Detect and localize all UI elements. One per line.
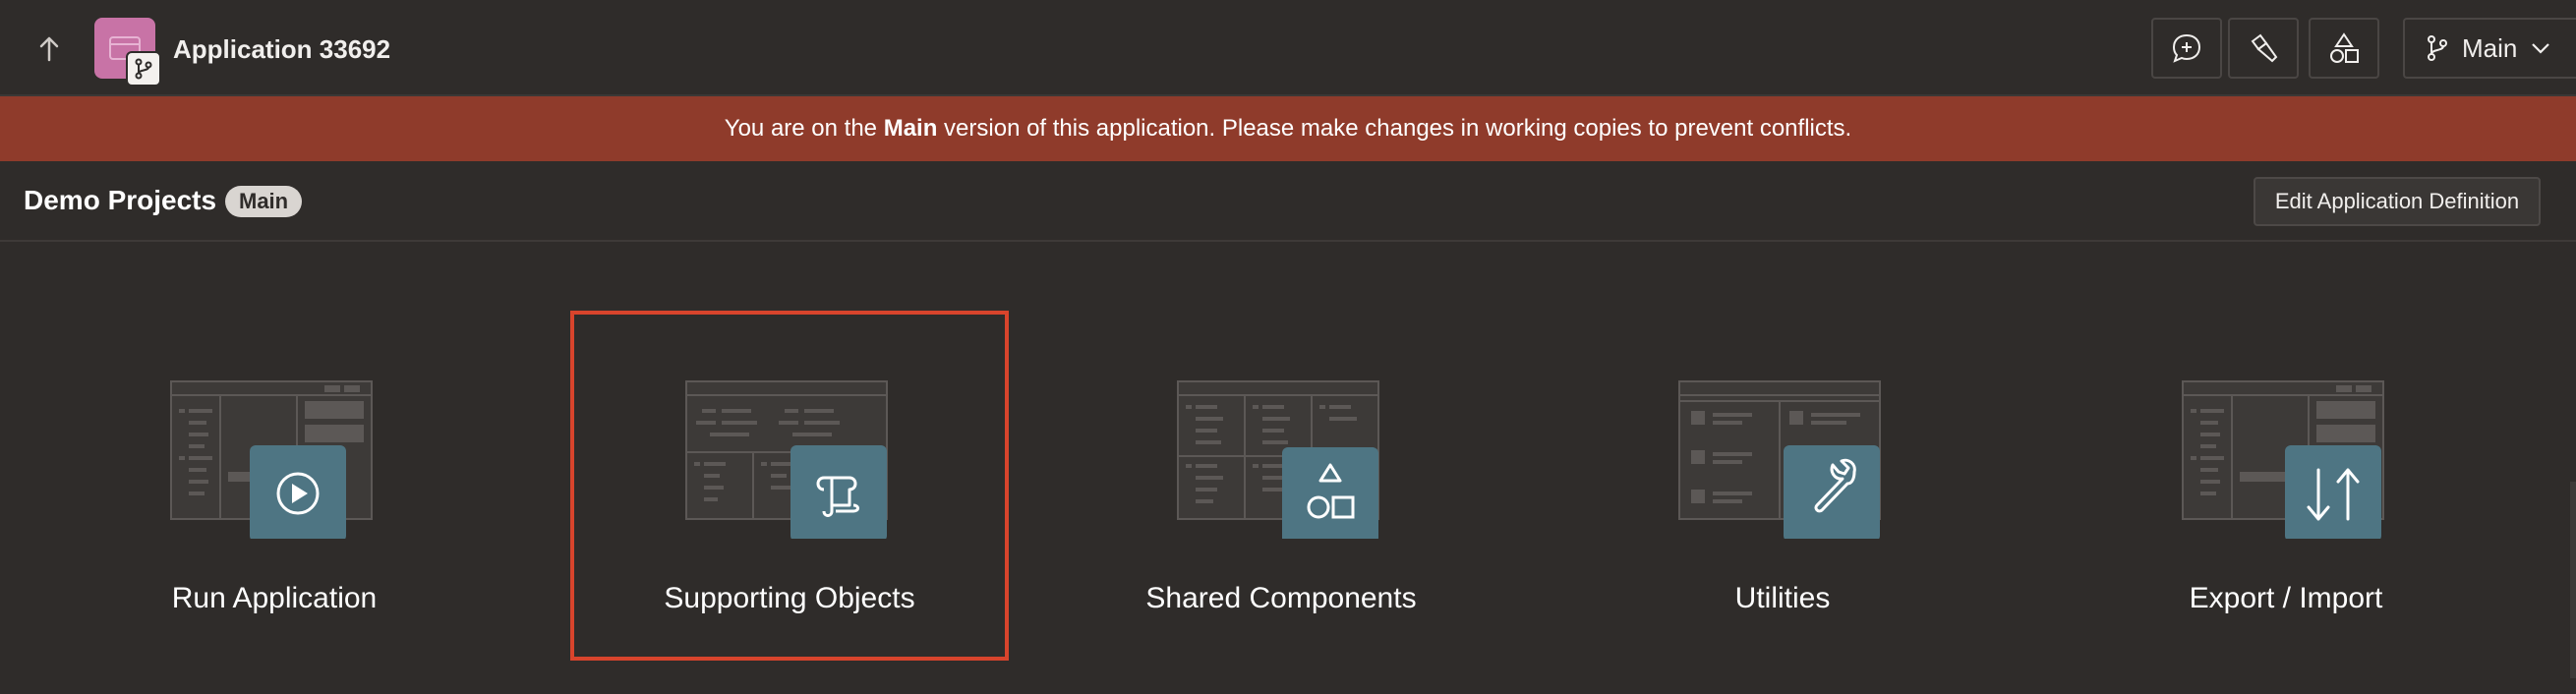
shared-components-button[interactable]: [2309, 18, 2379, 79]
tile-label: Run Application: [171, 582, 378, 614]
export-import-illustration: [2182, 380, 2384, 539]
navigate-up-button[interactable]: [22, 26, 77, 73]
branch-status-badge: Main: [225, 186, 303, 217]
tile-export-import[interactable]: Export / Import: [2067, 311, 2505, 661]
top-toolbar: Application 33692 Main: [0, 0, 2576, 96]
banner-prefix: You are on the: [724, 115, 884, 142]
branch-selector[interactable]: Main: [2403, 18, 2576, 79]
tile-grid: Run Application Supporting Objects Share…: [0, 242, 2576, 694]
branch-icon: [2428, 35, 2447, 61]
application-icon: [94, 18, 161, 87]
supporting-objects-illustration: [685, 380, 888, 539]
tile-run-application[interactable]: Run Application: [55, 311, 494, 661]
tile-supporting-objects[interactable]: Supporting Objects: [570, 311, 1009, 661]
version-warning-banner: You are on the Main version of this appl…: [0, 96, 2576, 161]
run-application-illustration: [170, 380, 373, 539]
scrollbar[interactable]: [2570, 482, 2576, 678]
arrow-up-icon: [39, 36, 59, 62]
tile-utilities[interactable]: Utilities: [1563, 311, 2002, 661]
banner-bold-text: Main: [883, 115, 938, 142]
edit-application-definition-button[interactable]: Edit Application Definition: [2254, 177, 2541, 226]
shared-components-illustration: [1177, 380, 1379, 539]
page-header: Demo Projects Main Edit Application Defi…: [0, 161, 2576, 242]
tile-label: Shared Components: [1145, 582, 1417, 614]
tile-label: Supporting Objects: [664, 582, 915, 614]
page-title: Demo Projects: [24, 185, 217, 215]
application-title: Application 33692: [173, 34, 391, 64]
banner-text: You are on the Main version of this appl…: [725, 115, 1851, 143]
flashlight-button[interactable]: [2228, 18, 2299, 79]
banner-suffix: version of this application. Please make…: [937, 115, 1852, 142]
tile-label: Export / Import: [2189, 582, 2383, 614]
utilities-illustration: [1678, 380, 1881, 539]
comment-button[interactable]: [2151, 18, 2222, 79]
flashlight-icon: [2251, 33, 2278, 63]
comment-add-icon: [2172, 33, 2201, 63]
chevron-down-icon: [2532, 43, 2550, 54]
shapes-icon: [2330, 32, 2359, 63]
branch-badge-icon: [126, 51, 161, 87]
tile-label: Utilities: [1734, 582, 1831, 614]
branch-selector-label: Main: [2462, 32, 2518, 63]
tile-shared-components[interactable]: Shared Components: [1062, 311, 1500, 661]
